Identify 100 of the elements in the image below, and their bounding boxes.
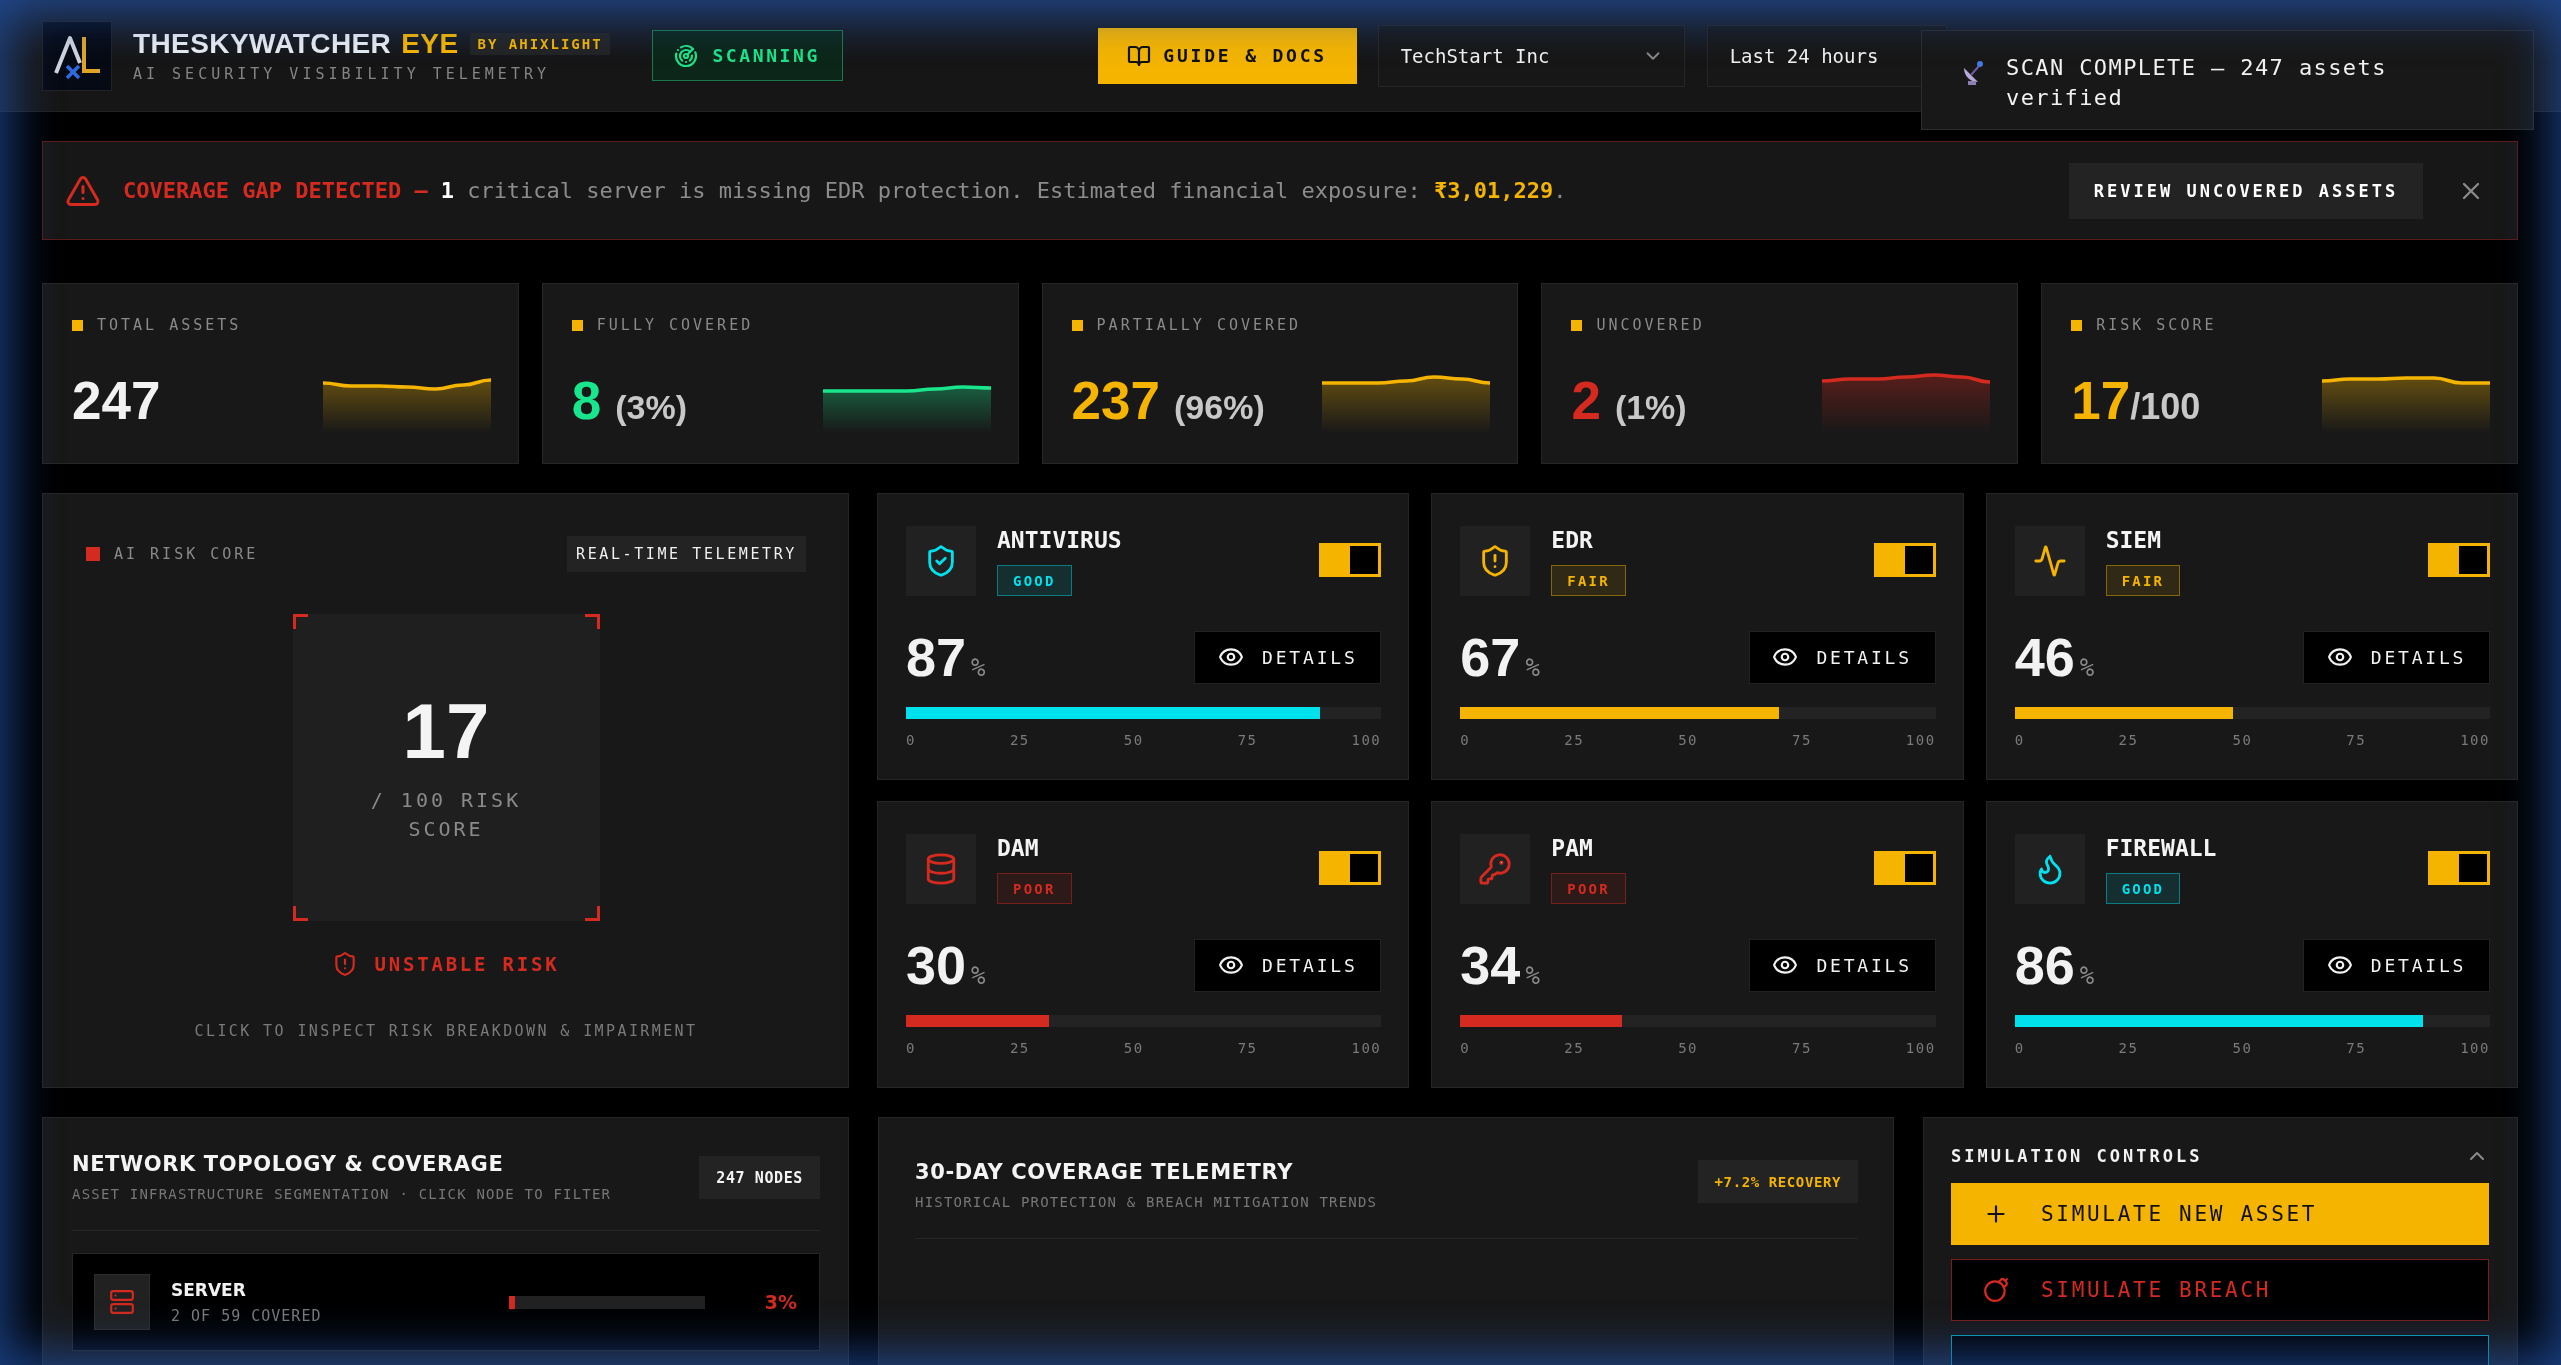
scan-status-label: SCANNING [712,45,820,66]
satellite-dish-icon [1962,59,1984,85]
scale-tick-label: 75 [1237,732,1258,748]
scale-tick-label: 100 [1905,1040,1936,1056]
details-button[interactable]: DETAILS [2303,938,2490,992]
module-name: FIREWALL [2105,836,2217,860]
scale-tick-label: 25 [1564,732,1585,748]
scale-tick-label: 100 [1351,1040,1382,1056]
scale-tick-label: 25 [1009,1040,1030,1056]
scale-tick-label: 25 [1009,732,1030,748]
toast-message: SCAN COMPLETE — 247 assets verified [2006,54,2388,112]
module-name: PAM [1551,836,1593,860]
toggle-switch[interactable] [1319,851,1382,885]
toggle-switch[interactable] [1319,543,1382,577]
toggle-switch[interactable] [2428,851,2490,885]
scale-tick-label: 0 [1460,1040,1471,1056]
coverage-percent: 86% [2014,938,2095,992]
coverage-percent: 46% [2014,630,2095,684]
scale-tick-label: 50 [1678,732,1698,748]
stat-label: FULLY COVERED [596,316,754,334]
module-name: EDR [1551,528,1593,552]
details-button[interactable]: DETAILS [1748,938,1936,992]
stat-suffix: (1%) [1614,390,1687,424]
telemetry-tag: REAL-TIME TELEMETRY [567,536,806,572]
organization-dropdown[interactable]: TechStart Inc [1377,24,1685,87]
toggle-switch[interactable] [2428,543,2490,577]
scale-tick-label: 25 [2118,1040,2139,1056]
segment-percent: 3% [764,1291,797,1313]
scale-tick-label: 50 [2232,732,2253,748]
logo-icon [42,20,112,91]
module-name: DAM [997,836,1039,860]
status-tag: POOR [1551,873,1626,904]
details-button[interactable]: DETAILS [1194,630,1382,684]
status-tag: FAIR [2105,565,2181,596]
simulation-button[interactable]: SIMULATE NEW ASSET [1951,1183,2489,1245]
toggle-switch[interactable] [1873,851,1936,885]
shield-check-icon [906,526,976,596]
flame-icon [2014,834,2085,904]
scale-tick-label: 0 [1460,732,1471,748]
stat-value: 237 [1071,374,1161,427]
database-icon [906,834,976,904]
alert-message: 1 critical server is missing EDR protection. Estimated financial exposure: ₹3,01,229. [440,178,1567,203]
scale-tick-label: 0 [2014,1040,2025,1056]
guide-docs-button[interactable]: GUIDE & DOCS [1097,27,1357,84]
square-bullet-icon [571,319,583,331]
risk-status-label: UNSTABLE RISK [374,953,560,975]
details-button[interactable]: DETAILS [1194,938,1382,992]
book-icon [1127,43,1152,68]
segment-name: SERVER [171,1279,247,1300]
scale-tick-label: 50 [2232,1040,2253,1056]
review-assets-button[interactable]: REVIEW UNCOVERED ASSETS [2069,162,2423,219]
key-icon [1460,834,1531,904]
status-tag: GOOD [997,565,1072,596]
scale-tick-label: 25 [1564,1040,1585,1056]
app-title-accent: EYE [401,29,459,58]
status-tag: FAIR [1551,565,1626,596]
server-icon [94,1274,150,1330]
stat-label: RISK SCORE [2096,316,2217,334]
coverage-percent: 34% [1460,938,1540,992]
radar-icon [674,43,699,68]
scale-tick-label: 100 [2460,1040,2490,1056]
shield-alert-icon [1460,526,1531,596]
scale-tick-label: 0 [906,732,916,748]
module-name: SIEM [2105,528,2162,552]
stat-label: PARTIALLY COVERED [1096,316,1302,334]
scale-tick-label: 100 [2460,732,2490,748]
panel-subtitle: ASSET INFRASTRUCTURE SEGMENTATION · CLICK NODE TO FILTER [72,1186,612,1202]
scale-tick-label: 75 [1237,1040,1258,1056]
segment-row[interactable]: SERVER 2 OF 59 COVERED 3% [72,1253,820,1351]
coverage-percent: 67% [1460,630,1540,684]
alert-title: COVERAGE GAP DETECTED — [123,178,428,203]
risk-score-caption: / 100 RISK SCORE [369,786,523,843]
scale-tick-label: 75 [1792,1040,1812,1056]
scale-tick-label: 0 [2014,732,2025,748]
scale-tick-label: 100 [1351,732,1382,748]
status-tag: GOOD [2105,873,2181,904]
details-button[interactable]: DETAILS [1748,630,1936,684]
simulation-button[interactable]: SIMULATE BREACH [1951,1259,2489,1321]
scale-tick-label: 75 [2346,732,2367,748]
stat-value: 17 [2071,374,2131,427]
scale-tick-label: 75 [1792,732,1812,748]
stat-label: UNCOVERED [1596,316,1705,334]
byline-tag: BY AHIXLIGHT [470,32,610,55]
details-button[interactable]: DETAILS [2303,630,2490,684]
risk-score-value: 17 [402,691,490,770]
coverage-percent: 30% [906,938,986,992]
panel-title: SIMULATION CONTROLS [1951,1146,2203,1166]
scale-tick-label: 50 [1678,1040,1698,1056]
panel-title: NETWORK TOPOLOGY & COVERAGE [72,1152,505,1176]
coverage-percent: 87% [906,630,986,684]
scale-tick-label: 75 [2346,1040,2367,1056]
scale-tick-label: 50 [1123,1040,1144,1056]
square-bullet-icon [1071,319,1083,331]
app-title: THESKYWATCHER [133,29,392,58]
time-range-dropdown[interactable]: Last 24 hours [1706,24,1947,87]
stat-suffix: /100 [2130,389,2201,425]
bomb-icon [1983,1277,2009,1303]
toggle-switch[interactable] [1873,543,1936,577]
risk-core-panel[interactable]: AI RISK CORE REAL-TIME TELEMETRY 17 / 100 RISK SCORE UNSTABLE RISK CLICK TO INSPECT RISK BREAKDOWN & IMPAIRMENT [42,493,849,1088]
stat-suffix: (3%) [615,390,688,424]
